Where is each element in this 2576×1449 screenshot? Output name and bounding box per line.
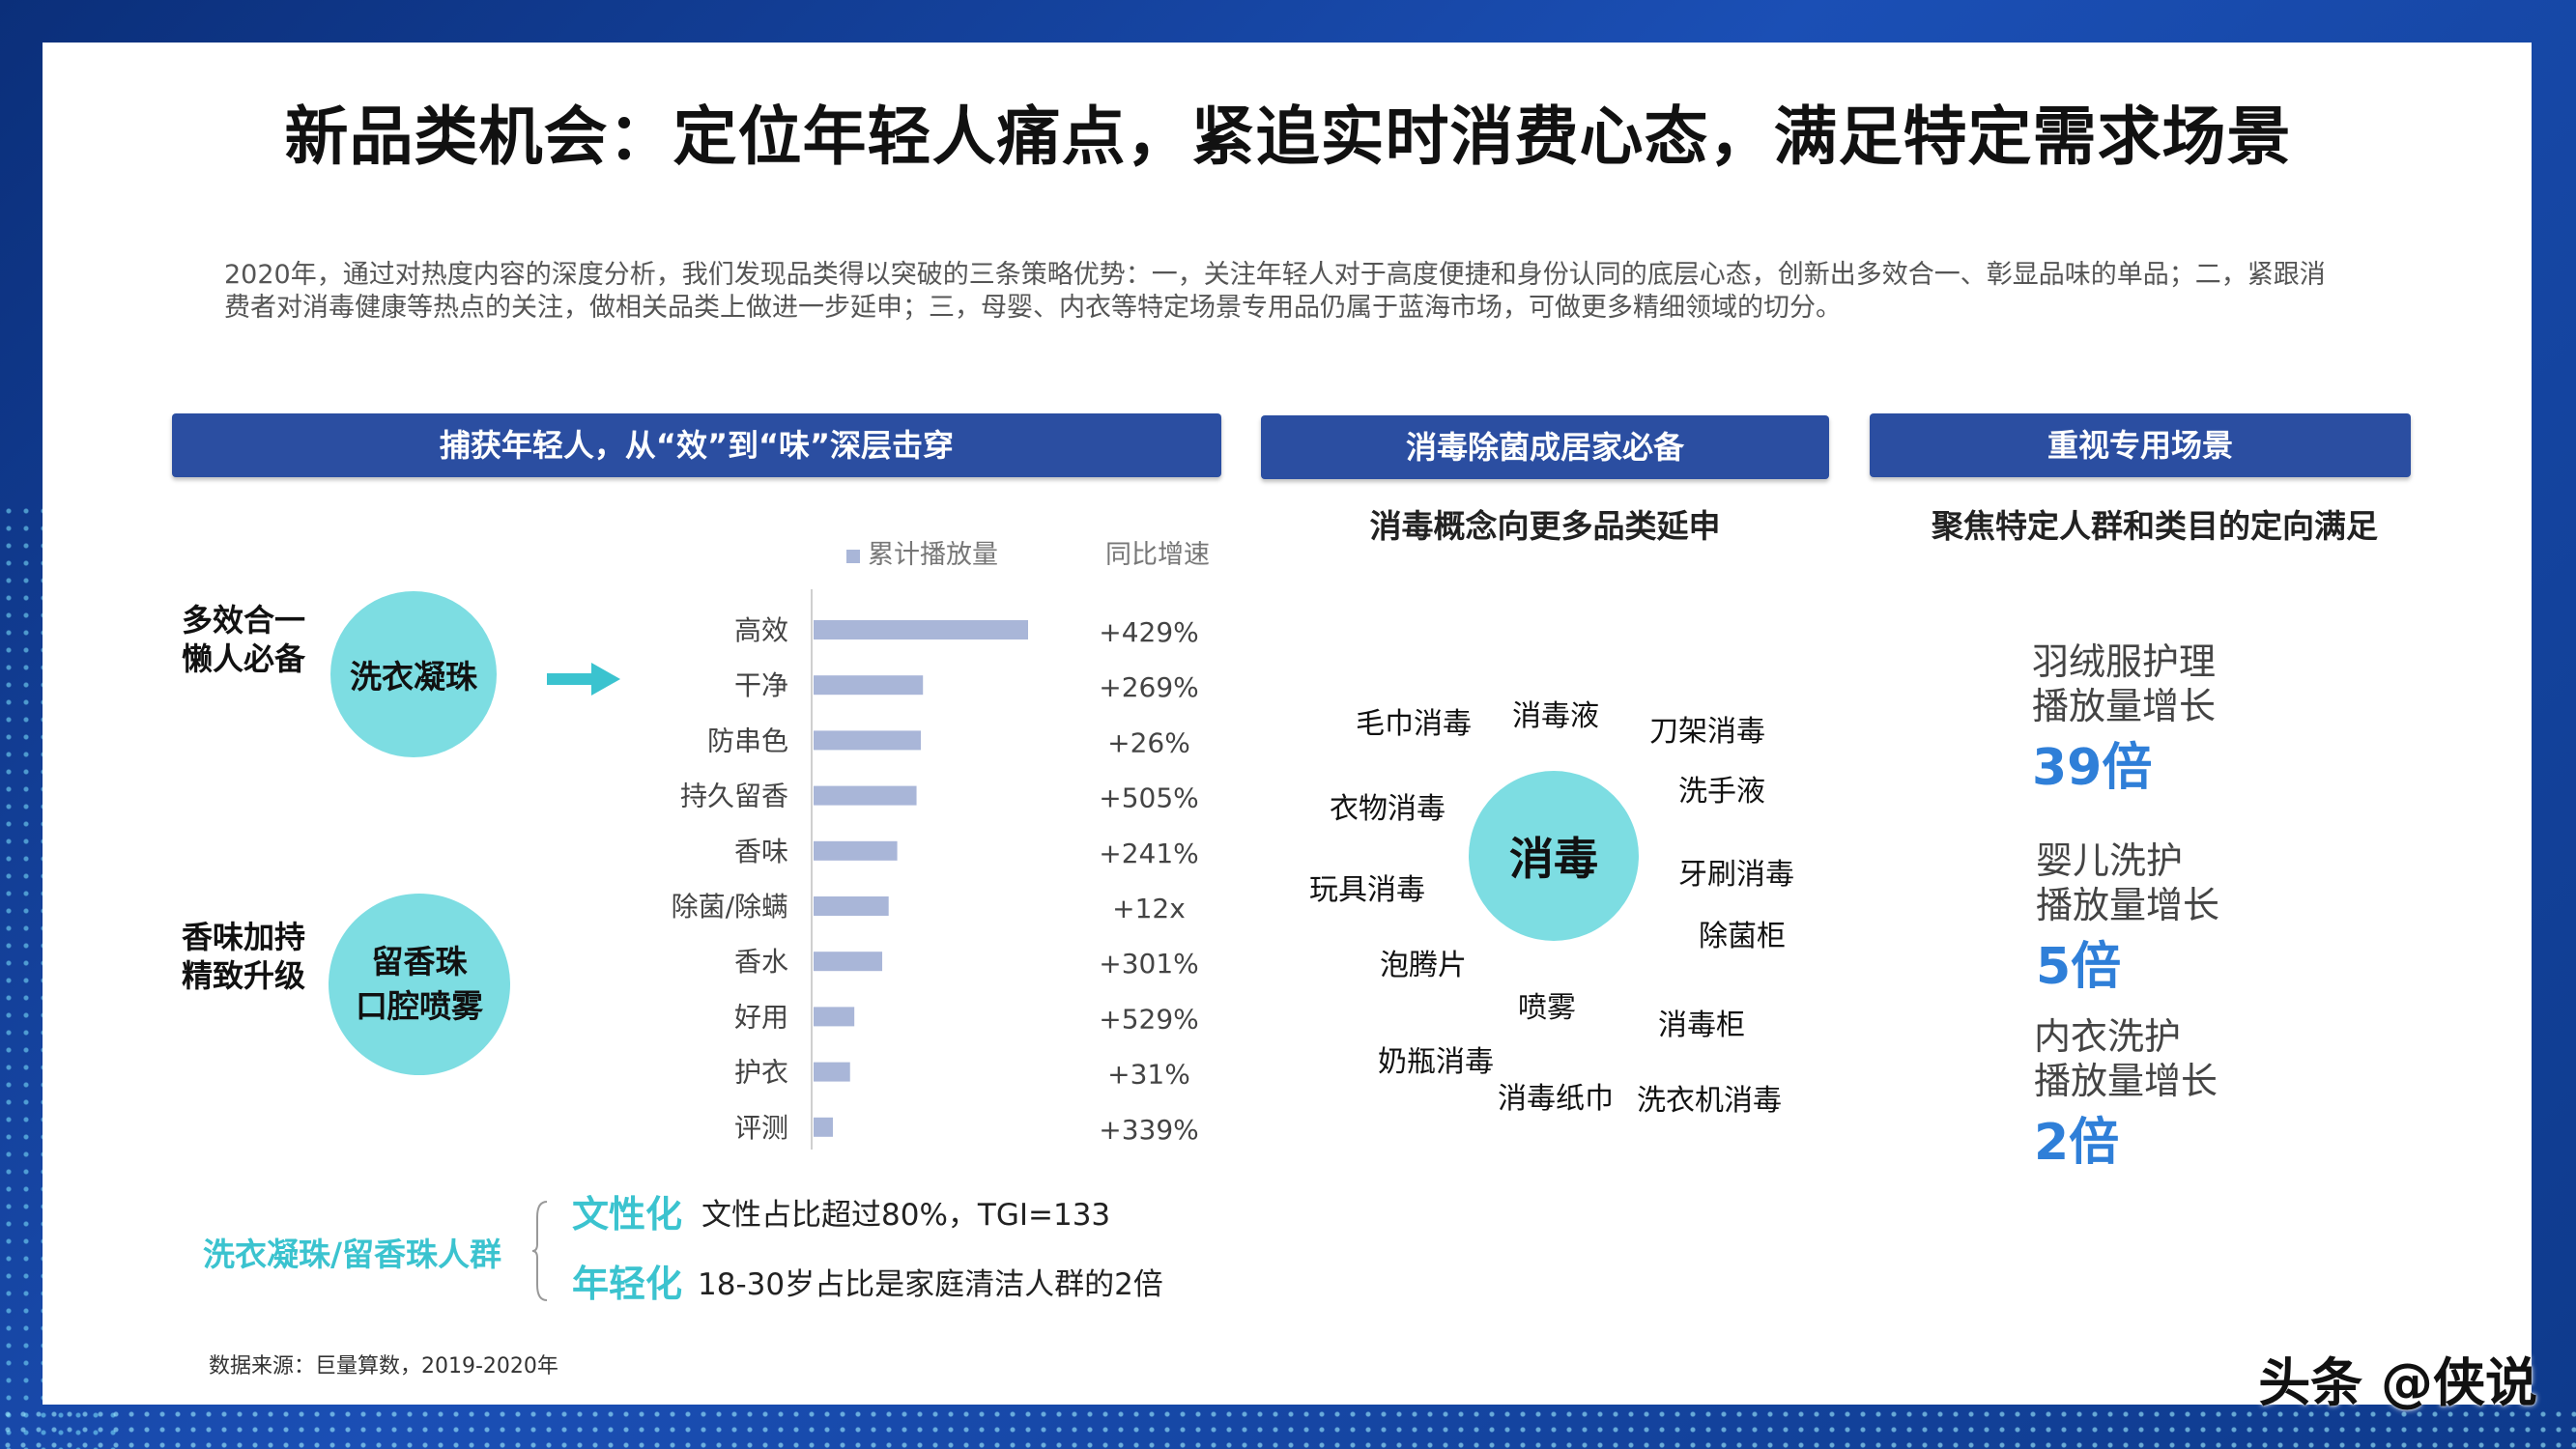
growth-label: +301%: [1099, 948, 1199, 980]
growth-label: +31%: [1107, 1059, 1190, 1091]
group2-circle-text: 留香珠 口腔喷雾: [356, 943, 483, 1025]
word-cloud-item: 消毒纸巾: [1498, 1082, 1614, 1116]
stat-name: 婴儿洗护: [2036, 839, 2184, 882]
word-cloud-item: 玩具消毒: [1309, 873, 1425, 907]
data-source: 数据来源：巨量算数，2019-2020年: [209, 1354, 558, 1378]
group1-label: 多效合一 懒人必备: [182, 602, 306, 677]
group1-circle-text: 洗衣凝珠: [350, 658, 477, 696]
legend-label: 累计播放量: [868, 540, 998, 570]
stat-value: 39倍: [2032, 739, 2153, 797]
bar: [814, 730, 921, 751]
category-label: 好用: [734, 1001, 788, 1033]
page-title: 新品类机会：定位年轻人痛点，紧追实时消费心态，满足特定需求场景: [284, 99, 2292, 174]
bar: [814, 952, 883, 972]
category-label: 除菌/除螨: [672, 891, 788, 923]
category-label: 香味: [734, 836, 788, 867]
stat-metric: 播放量增长: [2034, 1060, 2218, 1102]
word-cloud-item: 洗手液: [1678, 775, 1765, 809]
center-circle: 消毒: [1469, 771, 1639, 941]
word-cloud-item: 消毒液: [1512, 699, 1599, 733]
growth-label: +505%: [1099, 782, 1199, 814]
growth-label: +269%: [1099, 671, 1199, 703]
bar-chart: 高效 +429% 干净 +269% 防串色 +26% 持久留香 +505% 香味 +241% 除菌/…: [672, 589, 1199, 1150]
growth-label: +12x: [1112, 893, 1186, 924]
legend-swatch: [846, 549, 860, 563]
bar: [814, 1062, 850, 1082]
word-cloud-item: 衣物消毒: [1330, 792, 1445, 826]
growth-label: +241%: [1099, 838, 1199, 869]
bar: [814, 840, 898, 861]
bar: [814, 675, 924, 696]
stat-metric: 播放量增长: [2036, 884, 2220, 926]
bar: [814, 1007, 855, 1027]
intro-text: 2020年，通过对热度内容的深度分析，我们发现品类得以突破的三条策略优势：一，关…: [224, 260, 2326, 323]
stat-name: 羽绒服护理: [2032, 640, 2217, 683]
stat-value: 5倍: [2036, 938, 2122, 996]
persona-tag-desc: 文性占比超过80%，TGI=133: [701, 1198, 1111, 1233]
bar: [814, 1117, 833, 1137]
word-cloud-item: 洗衣机消毒: [1637, 1084, 1782, 1118]
group1-circle: 洗衣凝珠: [330, 591, 497, 757]
word-cloud-item: 泡腾片: [1380, 949, 1467, 982]
middle-subhead: 消毒概念向更多品类延申: [1369, 507, 1721, 545]
growth-label: +339%: [1099, 1114, 1199, 1146]
stat-metric: 播放量增长: [2032, 685, 2217, 727]
watermark: 头条 @侠说: [2258, 1352, 2537, 1413]
category-label: 评测: [734, 1112, 788, 1144]
section-header-left: 捕获年轻人，从“效”到“味”深层击穿: [172, 413, 1221, 477]
bar: [814, 785, 917, 806]
persona-tag: 文性化: [572, 1193, 683, 1236]
growth-label: +429%: [1099, 616, 1199, 648]
group2-label: 香味加持 精致升级: [182, 919, 306, 994]
category-label: 防串色: [707, 724, 788, 756]
word-cloud-item: 消毒柜: [1658, 1009, 1745, 1042]
persona-label: 洗衣凝珠/留香珠人群: [203, 1236, 502, 1273]
word-cloud-item: 毛巾消毒: [1356, 707, 1472, 741]
chart-legend: 累计播放量: [846, 533, 998, 571]
category-label: 护衣: [734, 1057, 788, 1089]
word-cloud-item: 喷雾: [1518, 991, 1576, 1025]
section-header-middle: 消毒除菌成居家必备: [1261, 415, 1829, 479]
category-label: 持久留香: [680, 781, 788, 812]
growth-label: +529%: [1099, 1003, 1199, 1035]
bar: [814, 620, 1028, 639]
category-label: 高效: [734, 614, 788, 646]
word-cloud-item: 牙刷消毒: [1678, 858, 1794, 892]
growth-header: 同比增速: [1105, 540, 1210, 570]
persona-tag-desc: 18-30岁占比是家庭清洁人群的2倍: [698, 1267, 1163, 1302]
growth-label: +26%: [1107, 726, 1190, 758]
word-cloud-item: 除菌柜: [1699, 920, 1786, 953]
bracket-icon: [531, 1201, 548, 1301]
right-subhead: 聚焦特定人群和类目的定向满足: [1932, 507, 2378, 545]
word-cloud-item: 刀架消毒: [1649, 715, 1765, 749]
bar: [814, 896, 889, 916]
category-label: 干净: [734, 669, 788, 701]
group2-circle: 留香珠 口腔喷雾: [329, 894, 510, 1075]
section-header-right: 重视专用场景: [1870, 413, 2411, 477]
stat-name: 内衣洗护: [2034, 1015, 2182, 1058]
arrow-right-icon: [547, 663, 620, 696]
decorative-dots-bottom: [0, 1406, 2576, 1449]
persona-tag: 年轻化: [572, 1263, 683, 1305]
center-word: 消毒: [1509, 833, 1598, 885]
category-label: 香水: [734, 946, 788, 978]
word-cloud-item: 奶瓶消毒: [1378, 1045, 1494, 1079]
stat-value: 2倍: [2034, 1114, 2120, 1172]
